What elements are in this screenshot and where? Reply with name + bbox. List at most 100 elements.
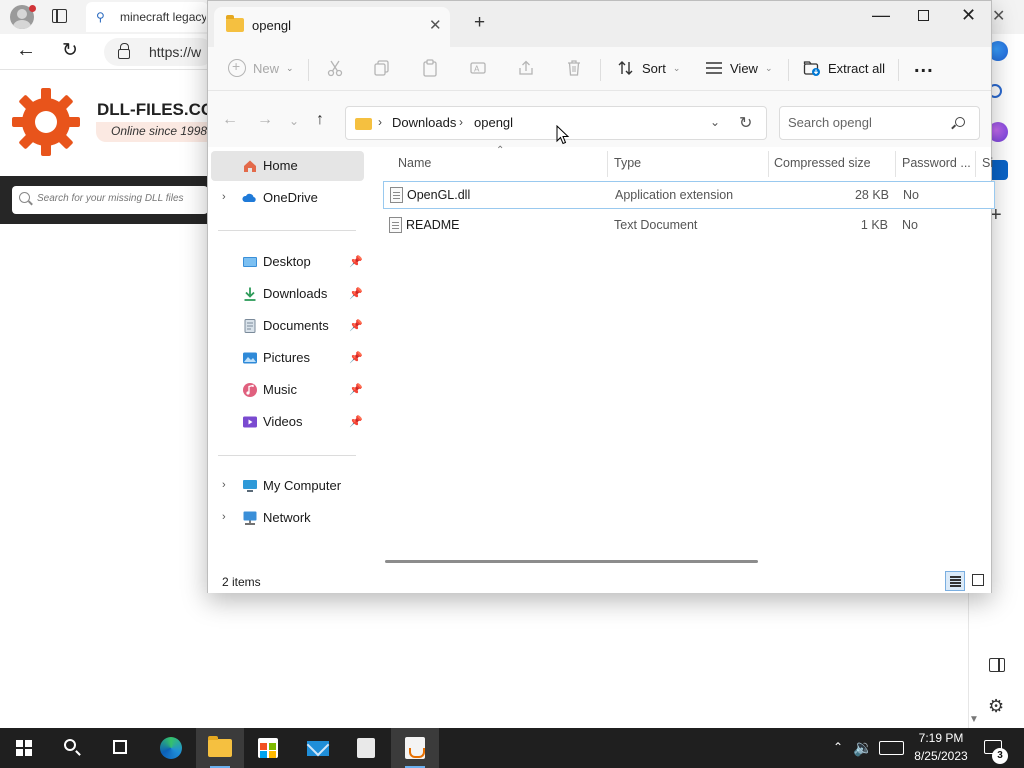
column-divider[interactable] [975, 151, 976, 177]
back-arrow-icon[interactable]: ← [222, 111, 238, 129]
explorer-search-input[interactable]: Search opengl [779, 106, 980, 140]
nav-item-home[interactable]: Home [211, 151, 364, 181]
column-header-type[interactable]: Type [614, 156, 641, 170]
desktop-icon [243, 257, 257, 267]
sort-button[interactable]: Sort ⌄ [617, 59, 680, 77]
clock-date[interactable]: 8/25/2023 [910, 749, 972, 763]
tab-actions-icon[interactable] [52, 9, 67, 23]
browser-close-icon[interactable]: ✕ [992, 6, 1005, 26]
volume-icon[interactable]: 🔉 [853, 738, 873, 758]
taskbar-store-button[interactable] [244, 728, 292, 768]
task-view-button[interactable] [96, 728, 144, 768]
column-header-password[interactable]: Password ... [902, 156, 971, 170]
minimize-button[interactable]: — [872, 5, 890, 26]
column-divider[interactable] [607, 151, 608, 177]
keyboard-icon[interactable] [879, 741, 904, 755]
pin-icon[interactable]: 📌 [349, 319, 363, 332]
browser-tab[interactable]: ⚲ minecraft legacy [86, 2, 208, 32]
pin-icon[interactable]: 📌 [349, 415, 363, 428]
file-password: No [903, 188, 919, 202]
nav-item-pictures[interactable]: Pictures 📌 [211, 343, 364, 373]
expand-chevron-icon[interactable]: › [222, 191, 226, 203]
nav-item-network[interactable]: › Network [211, 503, 364, 533]
chevron-right-icon[interactable]: › [378, 115, 382, 129]
extract-all-button[interactable]: Extract all [803, 59, 885, 77]
pictures-icon [243, 352, 257, 364]
file-row[interactable]: OpenGL.dll Application extension 28 KB N… [383, 181, 995, 209]
taskbar-search-button[interactable] [48, 728, 96, 768]
taskbar-app-button[interactable] [342, 728, 390, 768]
breadcrumb-opengl[interactable]: opengl [474, 115, 513, 130]
sort-icon [618, 61, 633, 75]
chevron-up-icon[interactable]: ⌃ [833, 740, 843, 754]
nav-item-downloads[interactable]: Downloads 📌 [211, 279, 364, 309]
explorer-tab[interactable]: opengl ✕ [214, 7, 450, 47]
copy-icon[interactable] [373, 59, 391, 77]
zip-folder-icon [355, 118, 372, 130]
scroll-down-icon[interactable]: ▼ [969, 714, 979, 725]
home-icon [244, 160, 256, 172]
pin-icon[interactable]: 📌 [349, 287, 363, 300]
column-header-compressed-size[interactable]: Compressed size [774, 156, 871, 170]
explorer-command-bar: New ⌄ A [208, 47, 991, 91]
nav-item-my-computer[interactable]: › My Computer [211, 471, 364, 501]
close-tab-icon[interactable]: ✕ [429, 16, 442, 34]
refresh-icon[interactable]: ↻ [62, 39, 78, 62]
taskbar-explorer-button[interactable] [196, 728, 244, 768]
paste-icon[interactable] [421, 59, 439, 77]
nav-item-onedrive[interactable]: › OneDrive [211, 183, 364, 213]
taskbar-edge-button[interactable] [147, 728, 195, 768]
view-button[interactable]: View ⌄ [705, 59, 773, 77]
column-header-name[interactable]: Name [398, 156, 431, 170]
delete-icon[interactable] [565, 59, 583, 77]
expand-chevron-icon[interactable]: › [222, 479, 226, 491]
dll-files-logo-icon[interactable] [10, 86, 82, 158]
new-tab-icon[interactable]: + [474, 12, 485, 34]
nav-item-desktop[interactable]: Desktop 📌 [211, 247, 364, 277]
new-button[interactable]: New ⌄ [228, 58, 294, 77]
up-arrow-icon[interactable]: ↑ [316, 111, 324, 129]
clock-time[interactable]: 7:19 PM [916, 731, 966, 745]
rename-icon[interactable]: A [469, 59, 487, 77]
nav-divider [218, 455, 356, 456]
cut-icon[interactable] [326, 59, 344, 77]
forward-arrow-icon[interactable]: → [257, 111, 273, 129]
recent-locations-chevron-icon[interactable]: ⌄ [289, 114, 299, 128]
nav-item-documents[interactable]: Documents 📌 [211, 311, 364, 341]
start-button[interactable] [0, 728, 48, 768]
address-history-chevron-icon[interactable]: ⌄ [710, 115, 720, 129]
expand-chevron-icon[interactable]: › [222, 511, 226, 523]
nav-item-music[interactable]: Music 📌 [211, 375, 364, 405]
site-search-input[interactable]: Search for your missing DLL files [12, 186, 208, 214]
svg-text:A: A [474, 65, 480, 74]
column-header-size[interactable]: Si [982, 156, 993, 170]
taskbar-java-button[interactable] [391, 728, 439, 768]
browser-address-bar[interactable]: https://w [104, 38, 214, 66]
pin-icon[interactable]: 📌 [349, 383, 363, 396]
gear-icon[interactable]: ⚙ [988, 696, 1004, 717]
column-divider[interactable] [768, 151, 769, 177]
sort-ascending-icon: ⌃ [496, 145, 505, 156]
share-icon[interactable] [517, 59, 535, 77]
column-divider[interactable] [895, 151, 896, 177]
details-view-button[interactable] [945, 571, 965, 591]
taskbar-mail-button[interactable] [294, 728, 342, 768]
file-row[interactable]: README Text Document 1 KB No [383, 212, 995, 240]
maximize-button[interactable] [918, 10, 929, 21]
view-label: View [730, 60, 758, 76]
chevron-right-icon[interactable]: › [459, 115, 463, 129]
pin-icon[interactable]: 📌 [349, 255, 363, 268]
horizontal-scrollbar[interactable] [385, 560, 758, 563]
nav-item-videos[interactable]: Videos 📌 [211, 407, 364, 437]
toolbar-divider [898, 59, 899, 81]
more-options-button[interactable]: ... [914, 55, 934, 78]
hide-sidebar-icon[interactable] [989, 658, 1005, 672]
back-arrow-icon[interactable]: ← [16, 39, 36, 62]
pin-icon[interactable]: 📌 [349, 351, 363, 364]
close-window-button[interactable]: ✕ [961, 5, 976, 26]
refresh-icon[interactable]: ↻ [739, 113, 752, 133]
browser-url: https://w [149, 44, 202, 60]
breadcrumb-downloads[interactable]: Downloads [392, 115, 456, 130]
tiles-view-button[interactable] [972, 574, 984, 586]
explorer-titlebar: opengl ✕ + — ✕ [208, 1, 991, 47]
